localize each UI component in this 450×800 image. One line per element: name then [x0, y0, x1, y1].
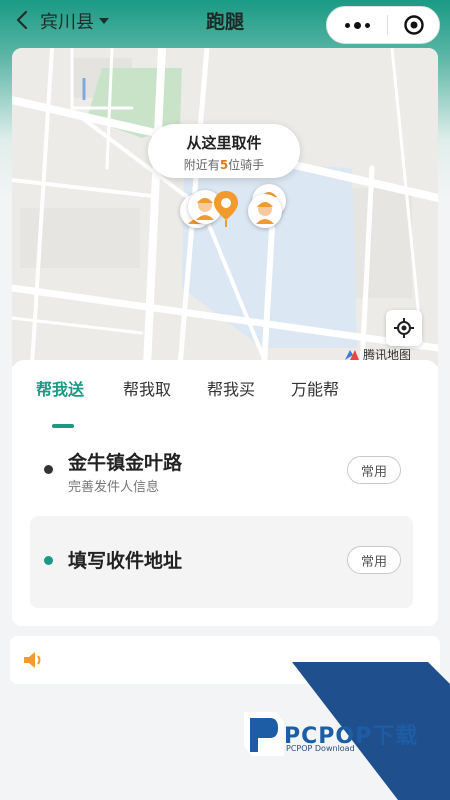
- tab-anything[interactable]: 万能帮: [291, 376, 339, 400]
- main-card: 从这里取件 附近有5位骑手 腾讯地图 帮我送 帮我取 帮我买 万能帮 金牛镇金叶…: [12, 48, 438, 626]
- target-close-icon: [403, 15, 424, 35]
- watermark-brand: PCPOP下载: [284, 724, 419, 749]
- receiver-address-row[interactable]: 填写收件地址 常用: [30, 530, 420, 590]
- caret-down-icon: [99, 18, 109, 24]
- rider-count-number: 5: [219, 158, 229, 172]
- nav-bar: 宾川县 跑腿: [0, 0, 450, 46]
- receiver-address-placeholder: 填写收件地址: [68, 550, 183, 572]
- sender-common-button[interactable]: 常用: [347, 456, 401, 484]
- order-panel: 帮我送 帮我取 帮我买 万能帮 金牛镇金叶路 完善发件人信息 常用 填写收件地址…: [12, 360, 438, 626]
- sender-address-row[interactable]: 金牛镇金叶路 完善发件人信息 常用: [30, 440, 420, 500]
- back-arrow-icon[interactable]: [12, 9, 34, 31]
- more-menu-button[interactable]: [327, 7, 387, 43]
- pickup-hint-bubble: 从这里取件 附近有5位骑手: [148, 124, 300, 178]
- watermark-sub: PCPOP Download: [286, 744, 355, 753]
- bubble-title: 从这里取件: [186, 134, 262, 152]
- close-mini-program-button[interactable]: [388, 7, 439, 43]
- rider-avatar: [248, 194, 282, 228]
- speaker-icon: [24, 652, 41, 668]
- tab-send[interactable]: 帮我送: [36, 376, 84, 400]
- region-label: 宾川县: [40, 12, 94, 33]
- receiver-bullet-icon: [44, 556, 53, 565]
- tab-buy[interactable]: 帮我买: [207, 376, 255, 400]
- tencent-map-logo-icon: [345, 349, 359, 360]
- active-tab-indicator: [52, 424, 74, 428]
- notice-bar[interactable]: [10, 636, 440, 684]
- more-dot-icon: [344, 22, 350, 28]
- more-dot-icon: [353, 21, 361, 29]
- service-tabs: 帮我送 帮我取 帮我买 万能帮: [12, 376, 438, 428]
- sender-bullet-icon: [44, 465, 53, 474]
- more-dot-icon: [364, 22, 370, 28]
- rider-count-suffix: 位骑手: [228, 158, 265, 172]
- rider-count-text: 附近有5位骑手: [148, 156, 300, 173]
- sender-address: 金牛镇金叶路: [68, 452, 183, 474]
- rider-icon: [256, 202, 274, 224]
- mini-program-capsule: [326, 6, 440, 44]
- crosshair-icon: [394, 318, 414, 338]
- location-pin-icon: [214, 191, 238, 227]
- rider-count-prefix: 附近有: [183, 158, 220, 172]
- locate-me-button[interactable]: [386, 310, 422, 346]
- tab-pickup[interactable]: 帮我取: [123, 376, 171, 400]
- region-selector[interactable]: 宾川县: [40, 8, 109, 34]
- map-view[interactable]: 从这里取件 附近有5位骑手 腾讯地图: [12, 48, 438, 366]
- sender-info-hint: 完善发件人信息: [68, 480, 160, 495]
- receiver-common-button[interactable]: 常用: [347, 546, 401, 574]
